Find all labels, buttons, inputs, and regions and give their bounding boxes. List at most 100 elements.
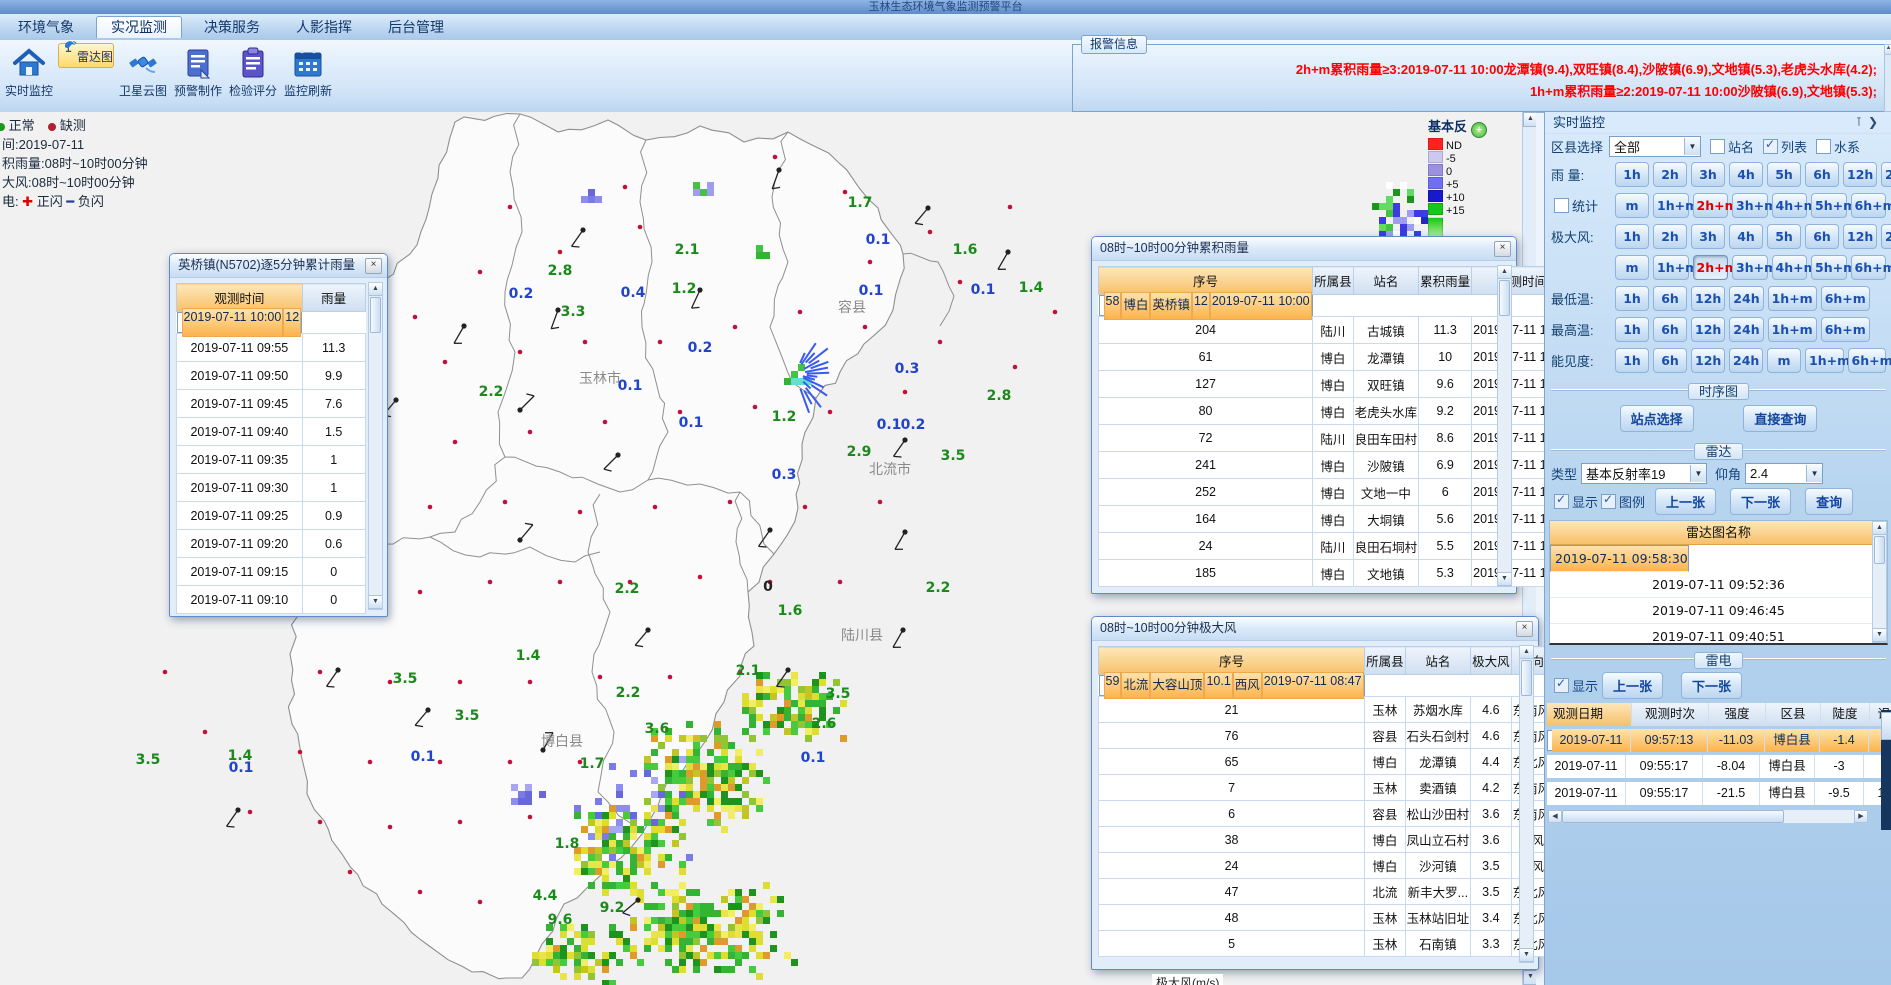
table-row[interactable]: 2019-07-11 09:457.6 xyxy=(177,390,366,418)
time-button-24h[interactable]: 24h xyxy=(1729,348,1763,373)
time-button-1h[interactable]: 1h xyxy=(1615,348,1649,373)
time-button-24h[interactable]: 24h xyxy=(1881,162,1891,187)
radar-list-item[interactable]: 2019-07-11 09:58:30 xyxy=(1550,545,1689,572)
table-row[interactable]: 2019-07-11 09:401.5 xyxy=(177,418,366,446)
table-row[interactable]: 2019-07-11 09:100 xyxy=(177,586,366,614)
column-header[interactable]: 观测时次 xyxy=(1632,703,1709,726)
lightning-vscroll-strip[interactable] xyxy=(1881,710,1891,830)
table-row[interactable]: 59北流大容山顶10.1西风2019-07-11 08:47 xyxy=(1099,675,1365,696)
time-button-12h[interactable]: 12h xyxy=(1843,162,1877,187)
time-button-24h[interactable]: 24h xyxy=(1729,317,1763,342)
time-button-m[interactable]: m xyxy=(1615,255,1649,280)
time-button-24h[interactable]: 24h xyxy=(1881,224,1891,249)
scroll-down-icon[interactable]: ▼ xyxy=(1520,948,1533,962)
time-button-6h[interactable]: 6h xyxy=(1805,224,1839,249)
radar-image-list[interactable]: 雷达图名称 2019-07-11 09:58:302019-07-11 09:5… xyxy=(1549,520,1888,645)
accumulated-rain-title[interactable]: 08时~10时00分钟累积雨量 xyxy=(1092,237,1516,261)
direct-query-button[interactable]: 直接查询 xyxy=(1743,405,1817,432)
toolbar-item-2[interactable]: 卫星云图 xyxy=(117,43,169,102)
lightning-next-button[interactable]: 下一张 xyxy=(1681,672,1742,699)
lightning-show-checkbox[interactable] xyxy=(1554,678,1569,693)
menu-tab-1[interactable]: 实况监测 xyxy=(96,16,182,38)
stat-checkbox[interactable] xyxy=(1554,198,1569,213)
table-row[interactable]: 2019-07-11 09:301 xyxy=(177,474,366,502)
time-button-6h+m[interactable]: 6h+m xyxy=(1851,193,1887,218)
lightning-row[interactable]: 2019-07-1109:57:13-11.03博白县-1.4 xyxy=(1547,730,1879,751)
alert-scrollbar[interactable]: ▲ xyxy=(1884,44,1891,112)
table-row[interactable]: 2019-07-11 09:250.9 xyxy=(177,502,366,530)
column-header[interactable]: 陡度 xyxy=(1821,703,1870,726)
time-button-6h+m[interactable]: 6h+m xyxy=(1821,317,1870,342)
station-rain-table[interactable]: 观测时间雨量2019-07-11 10:00122019-07-11 09:55… xyxy=(176,283,366,614)
scroll-left-icon[interactable]: ◀ xyxy=(1548,810,1562,823)
accumulated-rain-window[interactable]: 08时~10时00分钟累积雨量×序号所属县站名累积雨量观测时间58博白英桥镇12… xyxy=(1091,236,1517,594)
radar-list-scrollbar[interactable]: ▲ ▼ xyxy=(1872,521,1887,643)
column-header[interactable]: 雨量 xyxy=(302,284,365,312)
lightning-row[interactable]: 2019-07-1109:55:17-21.5博白县-9.511 xyxy=(1547,782,1879,805)
table-row[interactable]: 58博白英桥镇122019-07-11 10:00 xyxy=(1099,295,1313,316)
time-button-3h[interactable]: 3h xyxy=(1691,224,1725,249)
time-button-6h+m[interactable]: 6h+m xyxy=(1848,348,1887,373)
toolbar-item-3[interactable]: 预警制作 xyxy=(172,43,224,102)
column-header[interactable]: 站名 xyxy=(1405,647,1471,675)
time-button-12h[interactable]: 12h xyxy=(1843,224,1877,249)
column-header[interactable]: 序号 xyxy=(1099,267,1313,295)
column-header[interactable]: 累积雨量 xyxy=(1419,267,1472,295)
time-button-5h[interactable]: 5h xyxy=(1767,224,1801,249)
radar-list-item[interactable]: 2019-07-11 09:40:51 xyxy=(1550,624,1887,645)
column-header[interactable]: 观测日期 xyxy=(1547,703,1632,726)
scroll-down-icon[interactable]: ▼ xyxy=(1498,572,1511,586)
scroll-up-icon[interactable]: ▲ xyxy=(1885,45,1891,55)
time-button-1h+m[interactable]: 1h+m xyxy=(1805,348,1844,373)
accumulated-rain-scrollbar[interactable]: ▲▼ xyxy=(1497,265,1512,587)
station-rain-title[interactable]: 英桥镇(N5702)逐5分钟累计雨量 xyxy=(170,254,387,278)
scroll-down-icon[interactable]: ▼ xyxy=(1873,628,1886,642)
radar-list-item[interactable]: 2019-07-11 09:46:45 xyxy=(1550,598,1887,624)
time-button-1h+m[interactable]: 1h+m xyxy=(1768,286,1817,311)
time-button-6h[interactable]: 6h xyxy=(1805,162,1839,187)
time-button-2h+m[interactable]: 2h+m xyxy=(1693,255,1729,280)
列表-checkbox[interactable] xyxy=(1763,139,1778,154)
show-checkbox[interactable] xyxy=(1554,494,1569,509)
column-header[interactable]: 所属县 xyxy=(1365,647,1406,675)
scroll-up-icon[interactable]: ▲ xyxy=(1873,522,1886,535)
menu-tab-2[interactable]: 决策服务 xyxy=(190,17,274,38)
column-header[interactable]: 极大风 xyxy=(1471,647,1512,675)
scroll-up-icon[interactable]: ▲ xyxy=(369,283,382,296)
menu-tab-3[interactable]: 人影指挥 xyxy=(282,17,366,38)
column-header[interactable]: 强度 xyxy=(1709,703,1766,726)
time-button-4h+m[interactable]: 4h+m xyxy=(1772,255,1808,280)
time-button-6h[interactable]: 6h xyxy=(1653,348,1687,373)
radar-prev-button[interactable]: 上一张 xyxy=(1655,488,1716,515)
time-button-3h+m[interactable]: 3h+m xyxy=(1732,193,1768,218)
station-select-button[interactable]: 站点选择 xyxy=(1620,405,1694,432)
station-rain-window[interactable]: 英桥镇(N5702)逐5分钟累计雨量× 观测时间雨量2019-07-11 10:0… xyxy=(169,253,388,617)
time-button-1h[interactable]: 1h xyxy=(1615,286,1649,311)
time-button-4h+m[interactable]: 4h+m xyxy=(1772,193,1808,218)
time-button-1h[interactable]: 1h xyxy=(1615,317,1649,342)
lightning-hscrollbar[interactable]: ◀ ▶ xyxy=(1547,809,1869,824)
menu-tab-0[interactable]: 环境气象 xyxy=(4,17,88,38)
水系-checkbox[interactable] xyxy=(1816,139,1831,154)
time-button-4h[interactable]: 4h xyxy=(1729,224,1763,249)
close-icon[interactable]: × xyxy=(365,258,382,274)
time-button-3h+m[interactable]: 3h+m xyxy=(1732,255,1768,280)
column-header[interactable]: 站名 xyxy=(1353,267,1419,295)
scroll-up-icon[interactable]: ▲ xyxy=(1498,266,1511,279)
table-row[interactable]: 2019-07-11 09:351 xyxy=(177,446,366,474)
toolbar-item-0[interactable]: 实时监控 xyxy=(3,43,55,102)
time-button-3h[interactable]: 3h xyxy=(1691,162,1725,187)
radar-query-button[interactable]: 查询 xyxy=(1805,488,1853,515)
toolbar-item-1[interactable]: 雷达图 xyxy=(58,43,114,68)
close-icon[interactable]: × xyxy=(1516,621,1533,637)
time-button-1h[interactable]: 1h xyxy=(1615,162,1649,187)
close-icon[interactable]: × xyxy=(1494,241,1511,257)
table-row[interactable]: 2019-07-11 09:509.9 xyxy=(177,362,366,390)
scroll-up-icon[interactable]: ▲ xyxy=(1523,112,1536,127)
table-row[interactable]: 2019-07-11 09:5511.3 xyxy=(177,334,366,362)
scroll-down-icon[interactable]: ▼ xyxy=(369,595,382,609)
column-header[interactable]: 区县 xyxy=(1766,703,1821,726)
time-button-1h+m[interactable]: 1h+m xyxy=(1653,255,1689,280)
pin-icon[interactable]: ⊺ xyxy=(1856,115,1868,129)
max-wind-title[interactable]: 08时~10时00分钟极大风 xyxy=(1092,617,1538,641)
